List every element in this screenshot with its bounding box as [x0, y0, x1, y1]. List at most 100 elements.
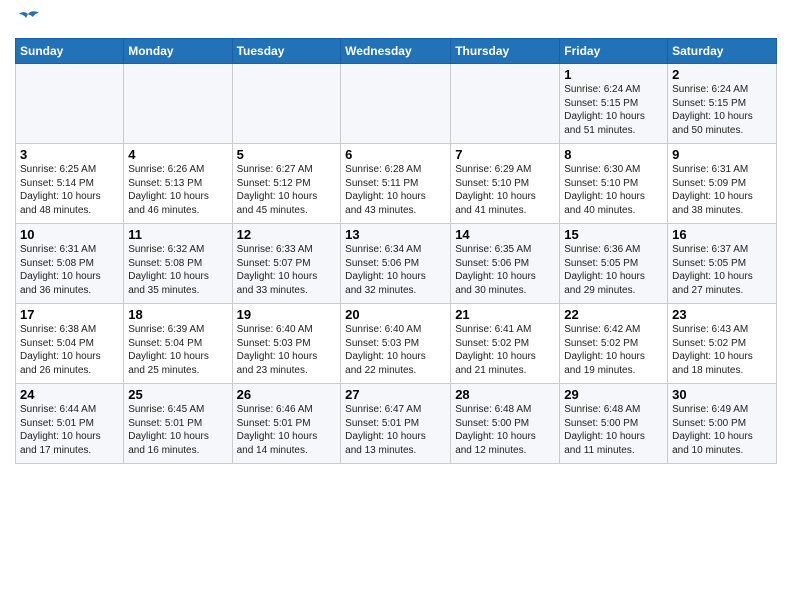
- calendar-empty-cell: [451, 64, 560, 144]
- weekday-header-tuesday: Tuesday: [232, 39, 341, 64]
- day-number: 14: [455, 227, 555, 242]
- page: SundayMondayTuesdayWednesdayThursdayFrid…: [0, 0, 792, 474]
- calendar-day-15: 15Sunrise: 6:36 AM Sunset: 5:05 PM Dayli…: [560, 224, 668, 304]
- calendar-empty-cell: [341, 64, 451, 144]
- day-number: 27: [345, 387, 446, 402]
- day-number: 13: [345, 227, 446, 242]
- day-info: Sunrise: 6:38 AM Sunset: 5:04 PM Dayligh…: [20, 323, 119, 377]
- header: [15, 10, 777, 30]
- weekday-header-wednesday: Wednesday: [341, 39, 451, 64]
- calendar-day-26: 26Sunrise: 6:46 AM Sunset: 5:01 PM Dayli…: [232, 384, 341, 464]
- day-info: Sunrise: 6:40 AM Sunset: 5:03 PM Dayligh…: [237, 323, 337, 377]
- calendar-day-25: 25Sunrise: 6:45 AM Sunset: 5:01 PM Dayli…: [124, 384, 232, 464]
- weekday-header-monday: Monday: [124, 39, 232, 64]
- calendar-week-row: 24Sunrise: 6:44 AM Sunset: 5:01 PM Dayli…: [16, 384, 777, 464]
- day-info: Sunrise: 6:30 AM Sunset: 5:10 PM Dayligh…: [564, 163, 663, 217]
- day-info: Sunrise: 6:39 AM Sunset: 5:04 PM Dayligh…: [128, 323, 227, 377]
- day-info: Sunrise: 6:46 AM Sunset: 5:01 PM Dayligh…: [237, 403, 337, 457]
- calendar-day-2: 2Sunrise: 6:24 AM Sunset: 5:15 PM Daylig…: [668, 64, 777, 144]
- calendar-week-row: 3Sunrise: 6:25 AM Sunset: 5:14 PM Daylig…: [16, 144, 777, 224]
- day-info: Sunrise: 6:42 AM Sunset: 5:02 PM Dayligh…: [564, 323, 663, 377]
- day-info: Sunrise: 6:48 AM Sunset: 5:00 PM Dayligh…: [564, 403, 663, 457]
- weekday-header-friday: Friday: [560, 39, 668, 64]
- calendar-week-row: 10Sunrise: 6:31 AM Sunset: 5:08 PM Dayli…: [16, 224, 777, 304]
- day-number: 1: [564, 67, 663, 82]
- weekday-header-sunday: Sunday: [16, 39, 124, 64]
- calendar-week-row: 1Sunrise: 6:24 AM Sunset: 5:15 PM Daylig…: [16, 64, 777, 144]
- calendar-day-8: 8Sunrise: 6:30 AM Sunset: 5:10 PM Daylig…: [560, 144, 668, 224]
- day-number: 30: [672, 387, 772, 402]
- calendar-day-27: 27Sunrise: 6:47 AM Sunset: 5:01 PM Dayli…: [341, 384, 451, 464]
- day-number: 10: [20, 227, 119, 242]
- calendar-day-29: 29Sunrise: 6:48 AM Sunset: 5:00 PM Dayli…: [560, 384, 668, 464]
- day-info: Sunrise: 6:48 AM Sunset: 5:00 PM Dayligh…: [455, 403, 555, 457]
- calendar-empty-cell: [232, 64, 341, 144]
- calendar-day-3: 3Sunrise: 6:25 AM Sunset: 5:14 PM Daylig…: [16, 144, 124, 224]
- day-info: Sunrise: 6:27 AM Sunset: 5:12 PM Dayligh…: [237, 163, 337, 217]
- day-number: 25: [128, 387, 227, 402]
- calendar-day-22: 22Sunrise: 6:42 AM Sunset: 5:02 PM Dayli…: [560, 304, 668, 384]
- day-number: 28: [455, 387, 555, 402]
- calendar-day-10: 10Sunrise: 6:31 AM Sunset: 5:08 PM Dayli…: [16, 224, 124, 304]
- calendar-day-6: 6Sunrise: 6:28 AM Sunset: 5:11 PM Daylig…: [341, 144, 451, 224]
- day-info: Sunrise: 6:44 AM Sunset: 5:01 PM Dayligh…: [20, 403, 119, 457]
- calendar-header-row: SundayMondayTuesdayWednesdayThursdayFrid…: [16, 39, 777, 64]
- day-number: 23: [672, 307, 772, 322]
- day-number: 4: [128, 147, 227, 162]
- calendar-empty-cell: [124, 64, 232, 144]
- day-info: Sunrise: 6:47 AM Sunset: 5:01 PM Dayligh…: [345, 403, 446, 457]
- calendar-table: SundayMondayTuesdayWednesdayThursdayFrid…: [15, 38, 777, 464]
- day-number: 16: [672, 227, 772, 242]
- calendar-day-1: 1Sunrise: 6:24 AM Sunset: 5:15 PM Daylig…: [560, 64, 668, 144]
- day-info: Sunrise: 6:28 AM Sunset: 5:11 PM Dayligh…: [345, 163, 446, 217]
- calendar-day-20: 20Sunrise: 6:40 AM Sunset: 5:03 PM Dayli…: [341, 304, 451, 384]
- day-info: Sunrise: 6:25 AM Sunset: 5:14 PM Dayligh…: [20, 163, 119, 217]
- day-number: 11: [128, 227, 227, 242]
- calendar-day-17: 17Sunrise: 6:38 AM Sunset: 5:04 PM Dayli…: [16, 304, 124, 384]
- calendar-day-30: 30Sunrise: 6:49 AM Sunset: 5:00 PM Dayli…: [668, 384, 777, 464]
- day-info: Sunrise: 6:32 AM Sunset: 5:08 PM Dayligh…: [128, 243, 227, 297]
- day-info: Sunrise: 6:37 AM Sunset: 5:05 PM Dayligh…: [672, 243, 772, 297]
- weekday-header-saturday: Saturday: [668, 39, 777, 64]
- day-info: Sunrise: 6:33 AM Sunset: 5:07 PM Dayligh…: [237, 243, 337, 297]
- calendar-week-row: 17Sunrise: 6:38 AM Sunset: 5:04 PM Dayli…: [16, 304, 777, 384]
- day-number: 21: [455, 307, 555, 322]
- calendar-day-4: 4Sunrise: 6:26 AM Sunset: 5:13 PM Daylig…: [124, 144, 232, 224]
- day-number: 5: [237, 147, 337, 162]
- day-number: 20: [345, 307, 446, 322]
- calendar-day-12: 12Sunrise: 6:33 AM Sunset: 5:07 PM Dayli…: [232, 224, 341, 304]
- calendar-day-19: 19Sunrise: 6:40 AM Sunset: 5:03 PM Dayli…: [232, 304, 341, 384]
- calendar-day-16: 16Sunrise: 6:37 AM Sunset: 5:05 PM Dayli…: [668, 224, 777, 304]
- day-number: 3: [20, 147, 119, 162]
- calendar-day-9: 9Sunrise: 6:31 AM Sunset: 5:09 PM Daylig…: [668, 144, 777, 224]
- day-number: 24: [20, 387, 119, 402]
- day-info: Sunrise: 6:45 AM Sunset: 5:01 PM Dayligh…: [128, 403, 227, 457]
- day-number: 18: [128, 307, 227, 322]
- day-info: Sunrise: 6:26 AM Sunset: 5:13 PM Dayligh…: [128, 163, 227, 217]
- day-info: Sunrise: 6:31 AM Sunset: 5:09 PM Dayligh…: [672, 163, 772, 217]
- day-number: 8: [564, 147, 663, 162]
- day-info: Sunrise: 6:29 AM Sunset: 5:10 PM Dayligh…: [455, 163, 555, 217]
- day-info: Sunrise: 6:35 AM Sunset: 5:06 PM Dayligh…: [455, 243, 555, 297]
- day-info: Sunrise: 6:24 AM Sunset: 5:15 PM Dayligh…: [564, 83, 663, 137]
- day-number: 15: [564, 227, 663, 242]
- weekday-header-thursday: Thursday: [451, 39, 560, 64]
- calendar-day-5: 5Sunrise: 6:27 AM Sunset: 5:12 PM Daylig…: [232, 144, 341, 224]
- day-info: Sunrise: 6:34 AM Sunset: 5:06 PM Dayligh…: [345, 243, 446, 297]
- calendar-empty-cell: [16, 64, 124, 144]
- day-number: 12: [237, 227, 337, 242]
- calendar-day-13: 13Sunrise: 6:34 AM Sunset: 5:06 PM Dayli…: [341, 224, 451, 304]
- day-info: Sunrise: 6:31 AM Sunset: 5:08 PM Dayligh…: [20, 243, 119, 297]
- day-number: 17: [20, 307, 119, 322]
- calendar-day-24: 24Sunrise: 6:44 AM Sunset: 5:01 PM Dayli…: [16, 384, 124, 464]
- day-number: 9: [672, 147, 772, 162]
- calendar-day-7: 7Sunrise: 6:29 AM Sunset: 5:10 PM Daylig…: [451, 144, 560, 224]
- day-info: Sunrise: 6:24 AM Sunset: 5:15 PM Dayligh…: [672, 83, 772, 137]
- day-info: Sunrise: 6:40 AM Sunset: 5:03 PM Dayligh…: [345, 323, 446, 377]
- logo-bird-icon: [17, 10, 39, 30]
- day-number: 6: [345, 147, 446, 162]
- day-info: Sunrise: 6:49 AM Sunset: 5:00 PM Dayligh…: [672, 403, 772, 457]
- day-number: 22: [564, 307, 663, 322]
- calendar-day-18: 18Sunrise: 6:39 AM Sunset: 5:04 PM Dayli…: [124, 304, 232, 384]
- day-number: 26: [237, 387, 337, 402]
